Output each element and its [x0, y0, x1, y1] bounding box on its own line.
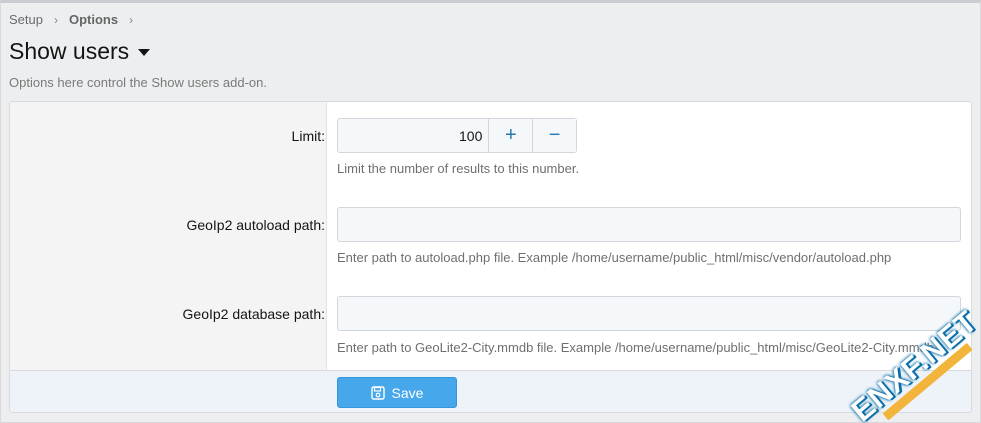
breadcrumb-item-options[interactable]: Options [69, 12, 118, 27]
save-button-label: Save [391, 384, 424, 401]
increment-button[interactable]: + [488, 119, 533, 152]
page-title: Show users [9, 38, 130, 64]
limit-input[interactable]: 100 [338, 119, 488, 152]
breadcrumb-item-setup[interactable]: Setup [9, 12, 43, 27]
breadcrumb: Setup › Options › [9, 12, 144, 27]
database-path-input[interactable] [337, 296, 961, 331]
title-row: Show users [9, 38, 151, 65]
limit-hint: Limit the number of results to this numb… [337, 161, 580, 176]
save-icon [370, 385, 385, 400]
database-path-label: GeoIp2 database path: [182, 306, 325, 322]
autoload-path-label: GeoIp2 autoload path: [186, 217, 325, 233]
autoload-path-input[interactable] [337, 207, 961, 242]
form-footer: Save [10, 370, 971, 412]
save-button[interactable]: Save [337, 377, 457, 408]
page-description: Options here control the Show users add-… [9, 75, 267, 90]
autoload-path-hint: Enter path to autoload.php file. Example… [337, 250, 892, 265]
decrement-button[interactable]: − [532, 119, 576, 152]
limit-stepper: 100 + − [337, 118, 577, 153]
caret-down-icon[interactable] [138, 49, 151, 56]
label-column [10, 102, 327, 370]
breadcrumb-separator-icon: › [129, 12, 134, 27]
options-panel: Limit: 100 + − Limit the number of resul… [9, 101, 972, 413]
breadcrumb-separator-icon: › [53, 12, 58, 27]
database-path-hint: Enter path to GeoLite2-City.mmdb file. E… [337, 340, 935, 355]
limit-label: Limit: [291, 128, 325, 144]
